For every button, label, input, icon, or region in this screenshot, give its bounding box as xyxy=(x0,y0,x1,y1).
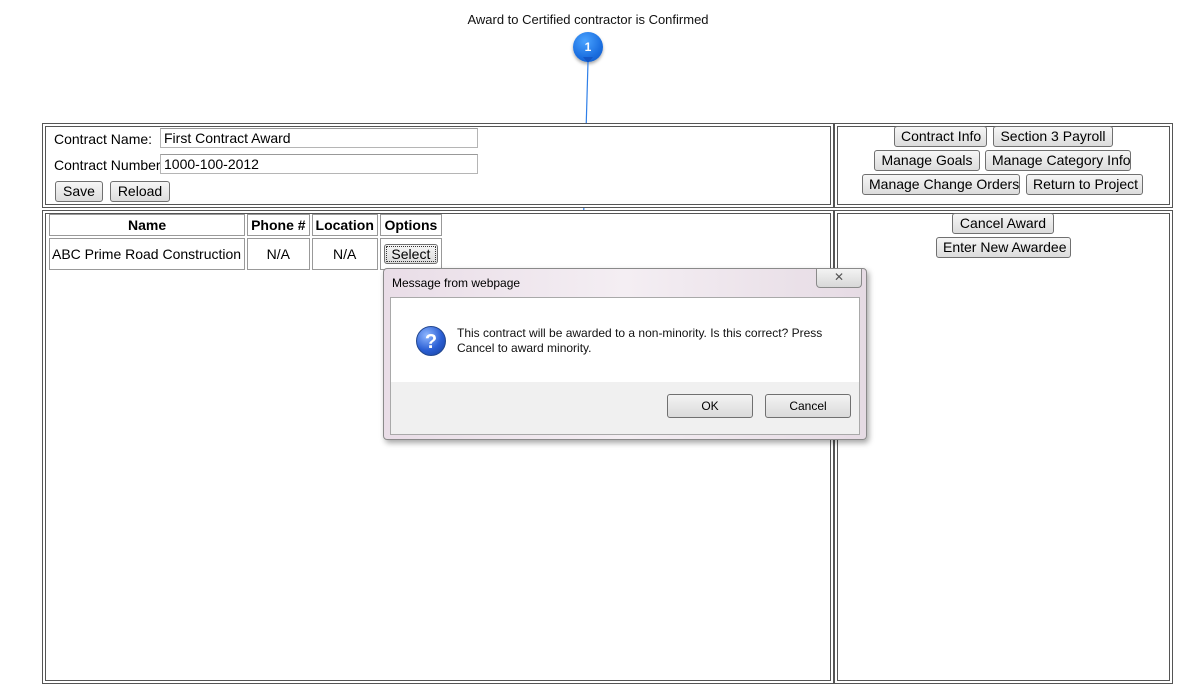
close-icon[interactable]: ✕ xyxy=(816,269,862,288)
dialog-message-area: ? This contract will be awarded to a non… xyxy=(391,298,859,382)
section3-payroll-button[interactable]: Section 3 Payroll xyxy=(993,126,1113,147)
question-icon: ? xyxy=(416,326,446,356)
cancel-award-button[interactable]: Cancel Award xyxy=(952,213,1054,234)
manage-category-info-button[interactable]: Manage Category Info xyxy=(985,150,1131,171)
reload-button[interactable]: Reload xyxy=(110,181,170,202)
contractor-phone: N/A xyxy=(247,238,310,270)
options-cell: Select xyxy=(379,238,442,270)
column-header-location: Location xyxy=(311,214,378,236)
table-row: ABC Prime Road Construction N/A N/A Sele… xyxy=(49,238,442,270)
column-header-phone: Phone # xyxy=(247,214,310,236)
manage-goals-button[interactable]: Manage Goals xyxy=(874,150,980,171)
contract-info-button[interactable]: Contract Info xyxy=(894,126,987,147)
select-button[interactable]: Select xyxy=(383,244,438,264)
enter-new-awardee-button[interactable]: Enter New Awardee xyxy=(936,237,1071,258)
callout-tail xyxy=(583,57,593,63)
contract-number-label: Contract Number: xyxy=(54,157,165,173)
confirm-dialog: Message from webpage ✕ ? This contract w… xyxy=(383,268,867,440)
dialog-title: Message from webpage xyxy=(392,276,521,290)
award-actions-panel xyxy=(834,210,1173,684)
dialog-message: This contract will be awarded to a non-m… xyxy=(457,326,823,355)
contractor-location: N/A xyxy=(311,238,378,270)
column-header-name: Name xyxy=(49,214,246,236)
column-header-options: Options xyxy=(379,214,442,236)
annotation-caption: Award to Certified contractor is Confirm… xyxy=(467,12,709,27)
manage-change-orders-button[interactable]: Manage Change Orders xyxy=(862,174,1020,195)
save-button[interactable]: Save xyxy=(55,181,103,202)
awardee-table: Name Phone # Location Options ABC Prime … xyxy=(47,212,444,272)
contract-name-field[interactable]: First Contract Award xyxy=(160,128,478,148)
contract-name-label: Contract Name: xyxy=(54,131,153,147)
contractor-name: ABC Prime Road Construction xyxy=(49,238,246,270)
cancel-button[interactable]: Cancel xyxy=(765,394,851,418)
contract-number-field[interactable]: 1000-100-2012 xyxy=(160,154,478,174)
return-to-project-button[interactable]: Return to Project xyxy=(1026,174,1143,195)
ok-button[interactable]: OK xyxy=(667,394,753,418)
